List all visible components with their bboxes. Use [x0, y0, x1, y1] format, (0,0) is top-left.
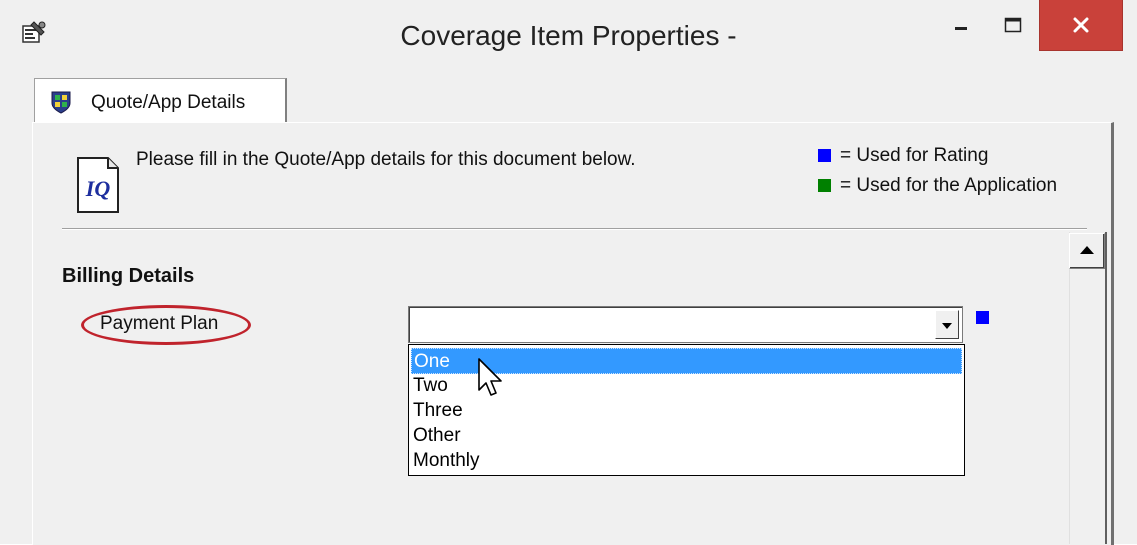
payment-plan-label: Payment Plan — [100, 313, 219, 334]
rating-marker — [976, 311, 989, 324]
instruction-text: Please fill in the Quote/App details for… — [136, 149, 636, 170]
application-swatch — [818, 179, 831, 192]
payment-plan-combo[interactable] — [408, 306, 963, 343]
dialog-window: Coverage Item Properties - Quote/App Det… — [0, 0, 1137, 545]
option-other[interactable]: Other — [411, 423, 962, 449]
minimize-button[interactable] — [938, 0, 984, 50]
mouse-cursor-icon — [478, 358, 502, 396]
combo-dropdown-button[interactable] — [935, 310, 959, 339]
divider — [62, 228, 1087, 230]
maximize-icon — [1004, 17, 1022, 33]
shield-icon — [51, 91, 71, 114]
legend-rating-label: = Used for Rating — [840, 145, 989, 166]
document-icon-text: IQ — [85, 176, 111, 201]
legend-application-label: = Used for the Application — [840, 175, 1058, 196]
chevron-down-icon — [942, 323, 952, 329]
close-button[interactable] — [1039, 0, 1123, 51]
billing-details-heading: Billing Details — [62, 265, 195, 287]
option-monthly[interactable]: Monthly — [411, 448, 962, 474]
scroll-up-button[interactable] — [1069, 233, 1105, 269]
close-icon — [1073, 17, 1089, 33]
vertical-scrollbar[interactable] — [1069, 232, 1106, 544]
arrow-up-icon — [1080, 246, 1094, 254]
maximize-button[interactable] — [990, 0, 1036, 50]
document-iq-icon: IQ — [77, 157, 119, 213]
tab-quote-app-details[interactable]: Quote/App Details — [34, 78, 287, 124]
tab-label: Quote/App Details — [91, 92, 246, 113]
option-three[interactable]: Three — [411, 398, 962, 424]
rating-swatch — [818, 149, 831, 162]
scrollbar-edge — [1105, 232, 1107, 544]
title-bar[interactable]: Coverage Item Properties - — [0, 0, 1137, 70]
minimize-icon — [955, 27, 967, 30]
